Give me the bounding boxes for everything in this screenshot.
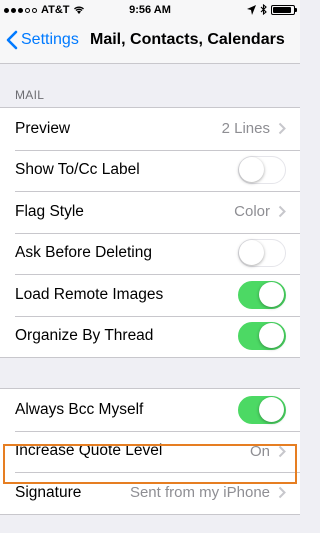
always-bcc-myself-toggle[interactable] <box>238 395 286 424</box>
page-title: Mail, Contacts, Calendars <box>90 31 285 48</box>
row-label: Always Bcc Myself <box>15 400 144 418</box>
row-signature[interactable]: Signature Sent from my iPhone <box>0 472 300 514</box>
status-bar: AT&T 9:56 AM <box>0 0 300 20</box>
load-remote-images-toggle[interactable] <box>238 280 286 309</box>
row-label: Load Remote Images <box>15 285 164 303</box>
chevron-right-icon <box>278 445 286 457</box>
chevron-right-icon <box>278 206 286 218</box>
chevron-right-icon <box>278 487 286 499</box>
row-ask-before-deleting: Ask Before Deleting <box>0 232 300 275</box>
toggle-knob <box>259 281 284 307</box>
row-label: Ask Before Deleting <box>15 244 152 262</box>
row-label: Show To/Cc Label <box>15 161 140 179</box>
row-label: Flag Style <box>15 202 84 220</box>
bluetooth-icon <box>260 4 267 15</box>
section-header-mail: MAIL <box>15 88 45 102</box>
row-value: Sent from my iPhone <box>129 484 270 502</box>
toggle-knob <box>259 323 284 349</box>
row-show-to-cc-label: Show To/Cc Label <box>0 149 300 192</box>
row-organize-by-thread: Organize By Thread <box>0 315 300 358</box>
back-button[interactable]: Settings <box>6 30 79 50</box>
compose-settings-group: Always Bcc Myself Increase Quote Level O… <box>0 388 300 515</box>
battery-icon <box>271 4 297 15</box>
toggle-knob <box>259 396 284 422</box>
organize-by-thread-toggle[interactable] <box>238 322 286 351</box>
ask-before-deleting-toggle[interactable] <box>238 239 286 268</box>
row-increase-quote-level[interactable]: Increase Quote Level On <box>0 430 300 473</box>
location-arrow-icon <box>247 4 256 15</box>
row-value: On <box>249 442 270 460</box>
row-value: Color <box>234 203 270 221</box>
row-preview[interactable]: Preview 2 Lines <box>0 108 300 150</box>
row-label: Preview <box>15 119 71 137</box>
row-label: Organize By Thread <box>15 327 154 345</box>
row-label: Signature <box>15 483 82 501</box>
chevron-left-icon <box>6 30 18 50</box>
row-load-remote-images: Load Remote Images <box>0 274 300 316</box>
toggle-knob <box>239 240 264 266</box>
chevron-right-icon <box>278 123 286 135</box>
row-flag-style[interactable]: Flag Style Color <box>0 191 300 233</box>
back-button-label: Settings <box>21 31 79 48</box>
row-value: 2 Lines <box>221 120 270 138</box>
show-to-cc-label-toggle[interactable] <box>238 156 286 185</box>
status-right <box>247 4 297 15</box>
battery-fill <box>273 6 291 13</box>
row-label: Increase Quote Level <box>15 442 163 460</box>
mail-settings-group: Preview 2 Lines Show To/Cc Label Flag St… <box>0 107 300 358</box>
toggle-knob <box>239 157 264 183</box>
row-always-bcc-myself: Always Bcc Myself <box>0 389 300 431</box>
navigation-bar: Settings Mail, Contacts, Calendars <box>0 20 300 64</box>
